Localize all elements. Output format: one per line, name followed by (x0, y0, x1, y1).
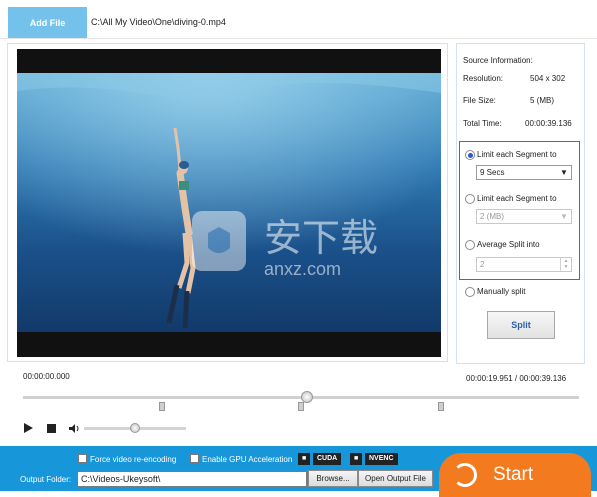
gpu-accel-label: Enable GPU Acceleration (202, 455, 293, 464)
totaltime-value: 00:00:39.136 (525, 119, 572, 128)
stop-icon[interactable] (47, 424, 56, 433)
segment-size-value: 2 (MB) (480, 212, 504, 221)
watermark-site-text: anxz.com (264, 259, 341, 279)
volume-icon[interactable] (68, 423, 80, 434)
radio-average-split-label: Average Split into (477, 240, 540, 249)
resolution-label: Resolution: (463, 74, 504, 83)
output-folder-input[interactable]: C:\Videos-Ukeysoft\ (77, 471, 307, 487)
convert-icon (453, 463, 477, 487)
segment-time-select[interactable]: 9 Secs ▼ (476, 165, 572, 180)
gpu-accel-checkbox[interactable] (190, 454, 199, 463)
cuda-badge: CUDA (313, 453, 342, 465)
play-icon[interactable] (24, 423, 33, 433)
average-split-stepper[interactable]: 2 ▲ ▼ (476, 257, 572, 272)
segment-time-value: 9 Secs (480, 168, 505, 177)
open-output-button[interactable]: Open Output File (358, 470, 433, 487)
totaltime-label: Total Time: (463, 119, 502, 128)
chevron-down-icon: ▼ (560, 168, 568, 177)
radio-manual-split[interactable] (465, 287, 475, 297)
position-time: 00:00:19.951 / 00:00:39.136 (466, 374, 567, 383)
watermark-cn-text: 安下载 (264, 218, 378, 260)
split-button[interactable]: Split (487, 311, 555, 339)
force-reencode-checkbox[interactable] (78, 454, 87, 463)
top-divider (0, 38, 597, 39)
output-folder-label: Output Folder: (20, 475, 72, 484)
segment-size-select[interactable]: 2 (MB) ▼ (476, 209, 572, 224)
radio-limit-time[interactable] (465, 150, 475, 160)
spinner-arrows-icon[interactable]: ▲ ▼ (560, 258, 571, 271)
average-split-value: 2 (480, 260, 485, 269)
split-marker[interactable] (159, 402, 165, 411)
force-reencode-label: Force video re-encoding (90, 455, 177, 464)
underwater-scene: 安下载 anxz.com (17, 73, 441, 332)
filesize-label: File Size: (463, 96, 496, 105)
nvidia-icon: ■ (298, 453, 311, 465)
radio-limit-size-label: Limit each Segment to (477, 194, 557, 203)
radio-limit-time-label: Limit each Segment to (477, 150, 557, 159)
source-info-title: Source Information: (463, 56, 533, 65)
current-time: 00:00:00.000 (23, 372, 70, 381)
browse-button[interactable]: Browse... (308, 470, 358, 487)
start-button-label: Start (493, 464, 534, 485)
radio-limit-size[interactable] (465, 194, 475, 204)
chevron-down-icon: ▼ (560, 212, 568, 221)
radio-manual-split-label: Manually split (477, 287, 526, 296)
nvenc-badge: NVENC (365, 453, 398, 465)
split-marker[interactable] (438, 402, 444, 411)
volume-slider-thumb[interactable] (130, 423, 140, 433)
filesize-value: 5 (MB) (530, 96, 554, 105)
nvidia-icon: ■ (350, 453, 363, 465)
add-file-button[interactable]: Add File (8, 7, 87, 38)
resolution-value: 504 x 302 (530, 74, 566, 83)
radio-average-split[interactable] (465, 240, 475, 250)
file-path-label: C:\All My Video\One\diving-0.mp4 (91, 17, 226, 27)
video-preview: 安下载 anxz.com (17, 73, 441, 332)
split-marker[interactable] (298, 402, 304, 411)
